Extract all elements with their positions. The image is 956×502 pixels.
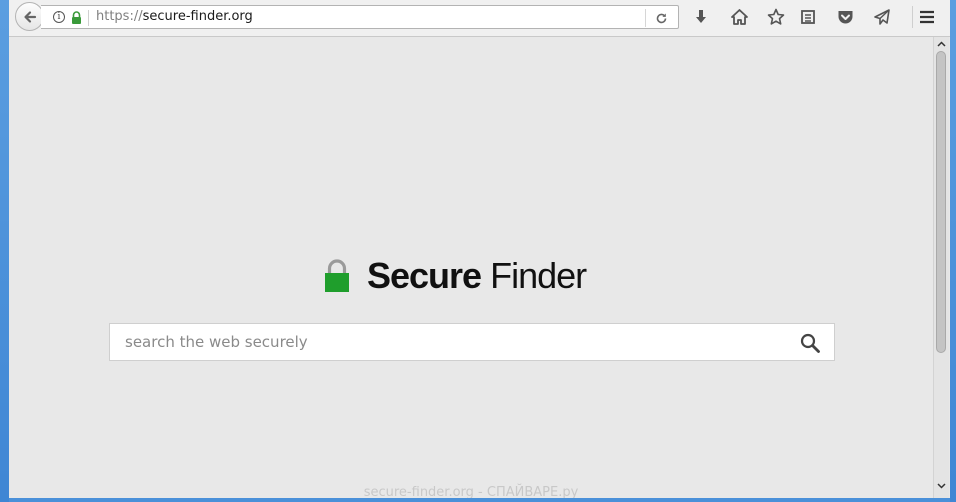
browser-window: i https://secure-finder.org Secure Finde… <box>0 0 956 502</box>
logo-lock-icon <box>325 259 349 292</box>
send-icon[interactable] <box>872 7 892 27</box>
toolbar-divider <box>912 6 913 28</box>
search-input[interactable] <box>110 324 790 360</box>
bookmark-star-icon[interactable] <box>766 7 786 27</box>
url-protocol: https:// <box>96 9 143 24</box>
reading-list-icon[interactable] <box>798 7 818 27</box>
scroll-down-arrow-icon[interactable] <box>936 480 947 491</box>
logo-text-bold: Secure <box>367 255 482 296</box>
vertical-scrollbar[interactable] <box>933 37 949 502</box>
reload-icon[interactable] <box>652 9 670 27</box>
download-icon[interactable] <box>691 7 711 27</box>
lock-icon[interactable] <box>71 11 82 24</box>
search-icon[interactable] <box>800 333 820 353</box>
back-icon <box>23 10 36 23</box>
window-frame-bottom <box>9 498 950 502</box>
secure-finder-logo: Secure Finder <box>324 255 587 297</box>
scrollbar-thumb[interactable] <box>936 51 946 353</box>
back-button[interactable] <box>15 2 44 31</box>
logo-text-regular: Finder <box>481 255 587 296</box>
logo-text: Secure Finder <box>367 255 587 297</box>
url-separator <box>88 10 89 26</box>
pocket-icon[interactable] <box>835 7 855 27</box>
scroll-up-arrow-icon[interactable] <box>936 38 947 49</box>
info-icon[interactable]: i <box>53 11 65 23</box>
window-frame-left <box>0 0 9 502</box>
url-host: secure-finder.org <box>142 9 253 24</box>
menu-icon[interactable] <box>917 7 937 27</box>
home-icon[interactable] <box>729 7 749 27</box>
page-content: Secure Finder secure-finder.org - СПАЙВА… <box>9 37 933 502</box>
navigation-toolbar: i https://secure-finder.org <box>9 0 950 37</box>
address-bar[interactable]: i https://secure-finder.org <box>41 5 679 29</box>
search-box <box>109 323 835 361</box>
window-frame-right <box>950 0 956 502</box>
url-text[interactable]: https://secure-finder.org <box>96 9 253 24</box>
reload-separator <box>645 9 646 27</box>
